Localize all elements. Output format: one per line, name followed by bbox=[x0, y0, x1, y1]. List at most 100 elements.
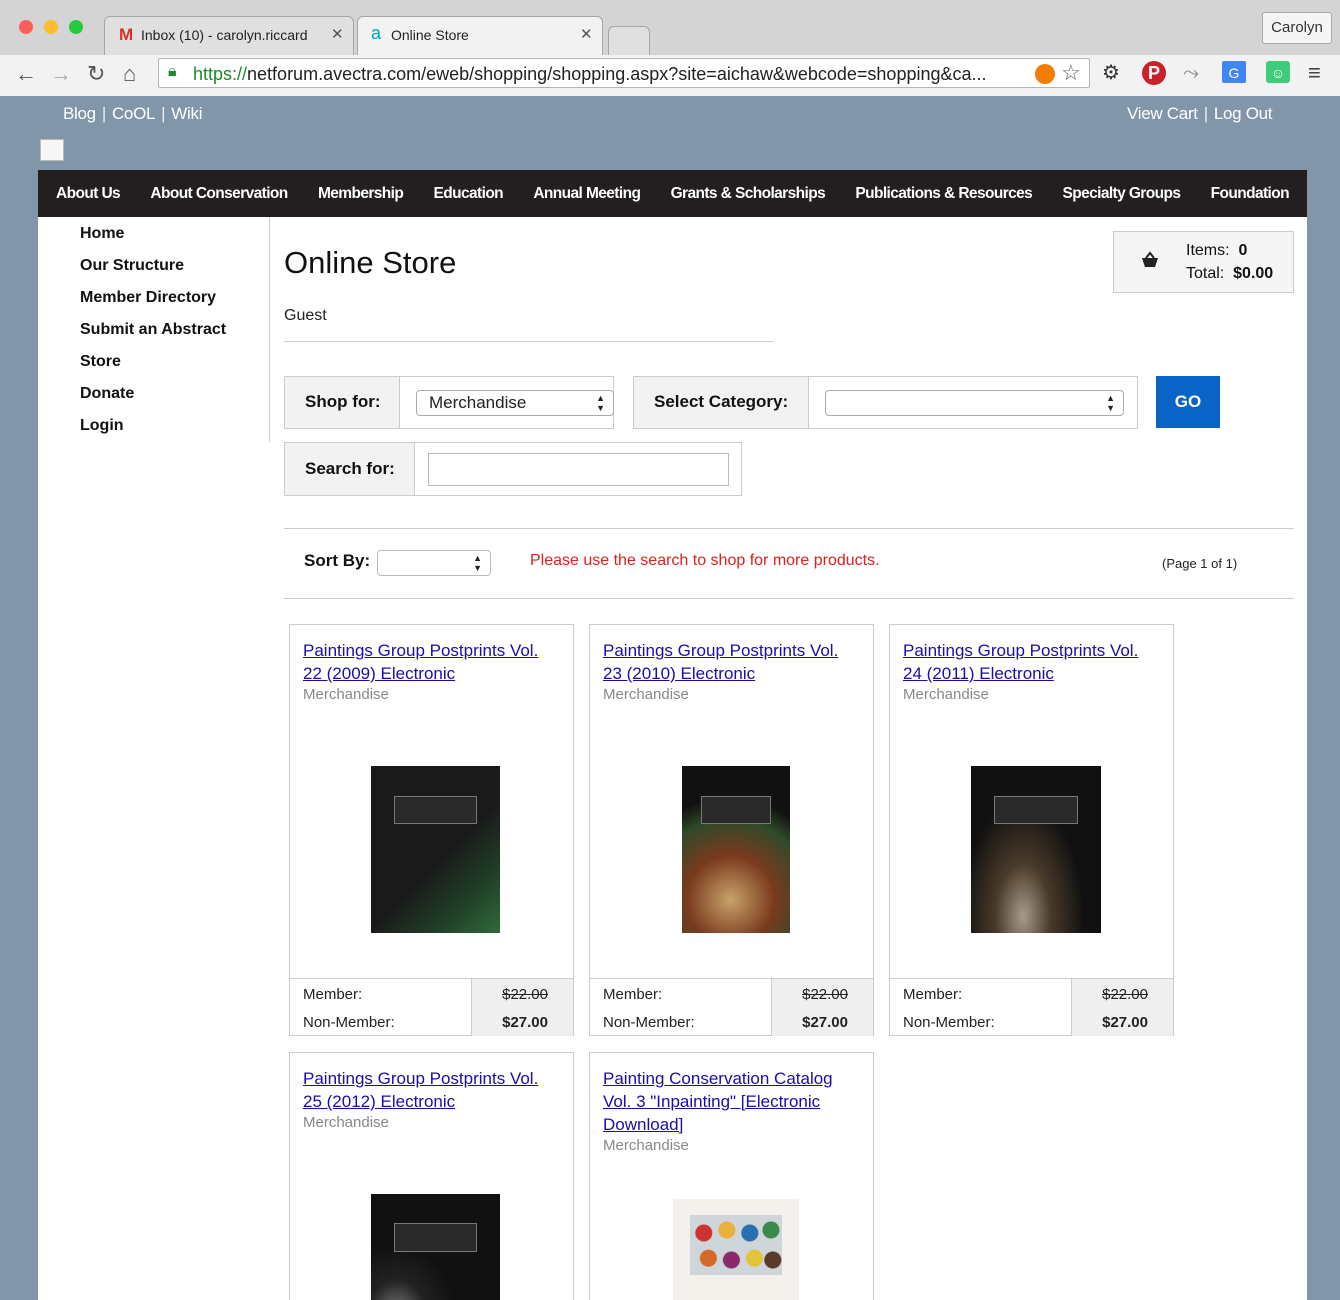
category-group: Select Category: ▲ ▼ bbox=[633, 376, 1138, 429]
nav-about-us[interactable]: About Us bbox=[56, 185, 121, 203]
tab-inbox[interactable]: M Inbox (10) - carolyn.riccard ✕ bbox=[104, 16, 354, 56]
cart-summary[interactable]: Items: 0 Total: $0.00 bbox=[1113, 231, 1294, 293]
cool-link[interactable]: CoOL bbox=[112, 104, 156, 123]
divider bbox=[284, 598, 1294, 599]
new-tab-button[interactable] bbox=[608, 26, 650, 56]
google-translate-icon[interactable]: G bbox=[1222, 61, 1246, 83]
non-member-label: Non-Member: bbox=[903, 1014, 995, 1031]
search-notice: Please use the search to shop for more p… bbox=[530, 552, 880, 569]
url-scheme: https:// bbox=[193, 64, 248, 84]
close-tab-icon[interactable]: ✕ bbox=[580, 25, 593, 43]
tab-inbox-label: Inbox (10) - carolyn.riccard bbox=[141, 27, 308, 43]
maximize-window-button[interactable] bbox=[69, 20, 83, 34]
bookmark-star-icon[interactable]: ☆ bbox=[1061, 60, 1081, 86]
nav-about-conservation[interactable]: About Conservation bbox=[150, 185, 288, 203]
nav-specialty-groups[interactable]: Specialty Groups bbox=[1062, 185, 1180, 203]
puzzle-extension-icon[interactable]: ⚙ bbox=[1102, 61, 1120, 85]
close-window-button[interactable] bbox=[19, 20, 33, 34]
top-links-left: Blog | CoOL | Wiki bbox=[63, 104, 203, 123]
tab-online-store[interactable]: a Online Store ✕ bbox=[357, 16, 603, 56]
non-member-price: $27.00 bbox=[1102, 1014, 1148, 1031]
nav-publications-resources[interactable]: Publications & Resources bbox=[855, 185, 1032, 203]
product-title-link[interactable]: Paintings Group Postprints Vol. 25 (2012… bbox=[303, 1067, 553, 1113]
forward-arrow-icon[interactable]: → bbox=[50, 59, 72, 89]
blog-link[interactable]: Blog bbox=[63, 104, 96, 123]
nav-annual-meeting[interactable]: Annual Meeting bbox=[533, 185, 641, 203]
member-label: Member: bbox=[303, 986, 363, 1003]
go-button[interactable]: GO bbox=[1156, 376, 1220, 428]
content-area: Home Our Structure Member Directory Subm… bbox=[38, 217, 1307, 1300]
member-label: Member: bbox=[903, 986, 963, 1003]
shortcut-extension-icon[interactable]: ⤳ bbox=[1183, 61, 1199, 85]
extension-badge-icon[interactable] bbox=[1035, 64, 1055, 84]
product-category: Merchandise bbox=[303, 1114, 389, 1131]
product-cover-image[interactable] bbox=[971, 766, 1101, 933]
minimize-window-button[interactable] bbox=[44, 20, 58, 34]
member-price: $22.00 bbox=[802, 986, 848, 1003]
category-select[interactable]: ▲ ▼ bbox=[825, 390, 1124, 416]
sort-by-label: Sort By: bbox=[304, 551, 371, 570]
view-cart-link[interactable]: View Cart bbox=[1127, 104, 1198, 123]
product-cover-image[interactable] bbox=[371, 766, 500, 933]
menu-icon[interactable]: ≡ bbox=[1308, 61, 1321, 85]
reload-icon[interactable]: ↻ bbox=[87, 59, 105, 89]
product-title-link[interactable]: Paintings Group Postprints Vol. 24 (2011… bbox=[903, 639, 1153, 685]
product-category: Merchandise bbox=[603, 686, 689, 703]
shop-for-select[interactable]: Merchandise ▲ ▼ bbox=[416, 390, 614, 416]
search-input[interactable] bbox=[428, 453, 729, 486]
product-title-link[interactable]: Paintings Group Postprints Vol. 23 (2010… bbox=[603, 639, 853, 685]
basket-icon bbox=[1142, 251, 1158, 267]
product-cover-image[interactable] bbox=[371, 1194, 500, 1300]
sidebar-item-member-directory[interactable]: Member Directory bbox=[80, 289, 216, 307]
home-icon[interactable]: ⌂ bbox=[123, 59, 136, 89]
shop-for-label: Shop for: bbox=[305, 392, 381, 411]
extension-green-icon[interactable]: ☺ bbox=[1266, 61, 1290, 83]
price-table: Member: Non-Member: $22.00 $27.00 bbox=[890, 978, 1173, 1036]
nav-grants-scholarships[interactable]: Grants & Scholarships bbox=[671, 185, 826, 203]
product-card: Paintings Group Postprints Vol. 24 (2011… bbox=[889, 624, 1174, 1036]
browser-toolbar: ← → ↻ ⌂ 🔒︎ https://netforum.avectra.com/… bbox=[0, 55, 1340, 96]
pinterest-icon[interactable]: P bbox=[1142, 61, 1166, 85]
top-links-right: View Cart | Log Out bbox=[1127, 104, 1273, 123]
non-member-price: $27.00 bbox=[802, 1014, 848, 1031]
profile-button[interactable]: Carolyn bbox=[1262, 12, 1332, 44]
member-price: $22.00 bbox=[502, 986, 548, 1003]
divider bbox=[284, 341, 773, 342]
divider bbox=[284, 528, 1294, 529]
gmail-icon: M bbox=[119, 25, 134, 44]
back-arrow-icon[interactable]: ← bbox=[15, 59, 37, 89]
log-out-link[interactable]: Log Out bbox=[1214, 104, 1273, 123]
product-cover-image[interactable] bbox=[682, 766, 790, 933]
sidebar-item-login[interactable]: Login bbox=[80, 417, 124, 435]
cart-items: Items: 0 bbox=[1186, 242, 1248, 259]
address-bar[interactable]: 🔒︎ https://netforum.avectra.com/eweb/sho… bbox=[158, 58, 1090, 88]
close-tab-icon[interactable]: ✕ bbox=[331, 25, 344, 43]
non-member-label: Non-Member: bbox=[303, 1014, 395, 1031]
sidebar-item-home[interactable]: Home bbox=[80, 225, 124, 243]
product-cover-image[interactable] bbox=[673, 1199, 799, 1300]
browser-chrome: M Inbox (10) - carolyn.riccard ✕ a Onlin… bbox=[0, 0, 1340, 96]
nav-education[interactable]: Education bbox=[434, 185, 504, 203]
sidebar-item-donate[interactable]: Donate bbox=[80, 385, 134, 403]
product-card: Painting Conservation Catalog Vol. 3 "In… bbox=[589, 1052, 874, 1300]
select-arrows-icon: ▲ ▼ bbox=[1106, 393, 1115, 413]
member-price: $22.00 bbox=[1102, 986, 1148, 1003]
sort-by-select[interactable]: ▲ ▼ bbox=[377, 550, 491, 576]
nav-membership[interactable]: Membership bbox=[318, 185, 404, 203]
product-title-link[interactable]: Paintings Group Postprints Vol. 22 (2009… bbox=[303, 639, 553, 685]
sidebar-item-our-structure[interactable]: Our Structure bbox=[80, 257, 184, 275]
search-label: Search for: bbox=[305, 459, 395, 478]
product-card: Paintings Group Postprints Vol. 25 (2012… bbox=[289, 1052, 574, 1300]
product-title-link[interactable]: Painting Conservation Catalog Vol. 3 "In… bbox=[603, 1067, 853, 1136]
nav-foundation[interactable]: Foundation bbox=[1211, 185, 1290, 203]
lock-icon: 🔒︎ bbox=[168, 63, 177, 80]
sidebar-item-store[interactable]: Store bbox=[80, 353, 121, 371]
sidebar-item-submit-abstract[interactable]: Submit an Abstract bbox=[80, 321, 226, 339]
category-label: Select Category: bbox=[654, 392, 789, 411]
broken-logo-image[interactable] bbox=[40, 139, 64, 161]
wiki-link[interactable]: Wiki bbox=[171, 104, 202, 123]
tab-strip: M Inbox (10) - carolyn.riccard ✕ a Onlin… bbox=[0, 0, 1340, 56]
non-member-label: Non-Member: bbox=[603, 1014, 695, 1031]
price-table: Member: Non-Member: $22.00 $27.00 bbox=[290, 978, 573, 1036]
cart-total: Total: $0.00 bbox=[1186, 265, 1274, 282]
